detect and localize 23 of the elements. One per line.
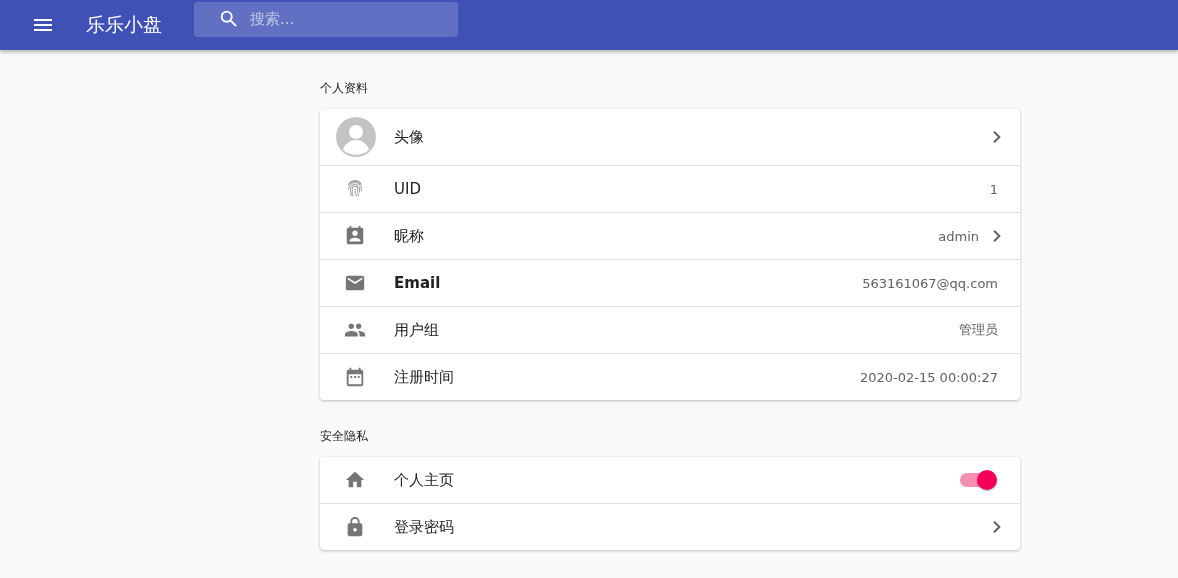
chevron-right-icon	[993, 230, 1001, 242]
row-label: 注册时间	[394, 367, 455, 387]
row-value: 563161067@qq.com	[862, 275, 998, 291]
chevron-right-icon	[993, 131, 1001, 143]
calendar-icon	[344, 366, 366, 388]
app-title: 乐乐小盘	[86, 12, 163, 37]
row-label: 用户组	[394, 320, 440, 340]
chevron-right-icon	[993, 521, 1001, 533]
row-label: 昵称	[394, 226, 425, 246]
section-title: 个人资料	[320, 80, 369, 97]
row-value: 2020-02-15 00:00:27	[859, 369, 998, 385]
row-label: UID	[394, 180, 422, 198]
toggle-switch[interactable]	[960, 473, 994, 487]
badge-icon	[344, 225, 366, 247]
row-label: 个人主页	[394, 470, 455, 490]
row-label: 登录密码	[394, 517, 455, 537]
section-title: 安全隐私	[320, 428, 369, 445]
row-value: admin	[938, 228, 979, 244]
row-value: 1	[989, 181, 998, 197]
row-label: 头像	[394, 127, 425, 147]
row-label: Email	[394, 274, 442, 292]
avatar-silhouette-icon	[336, 117, 376, 157]
row-value: 管理员	[959, 321, 998, 339]
